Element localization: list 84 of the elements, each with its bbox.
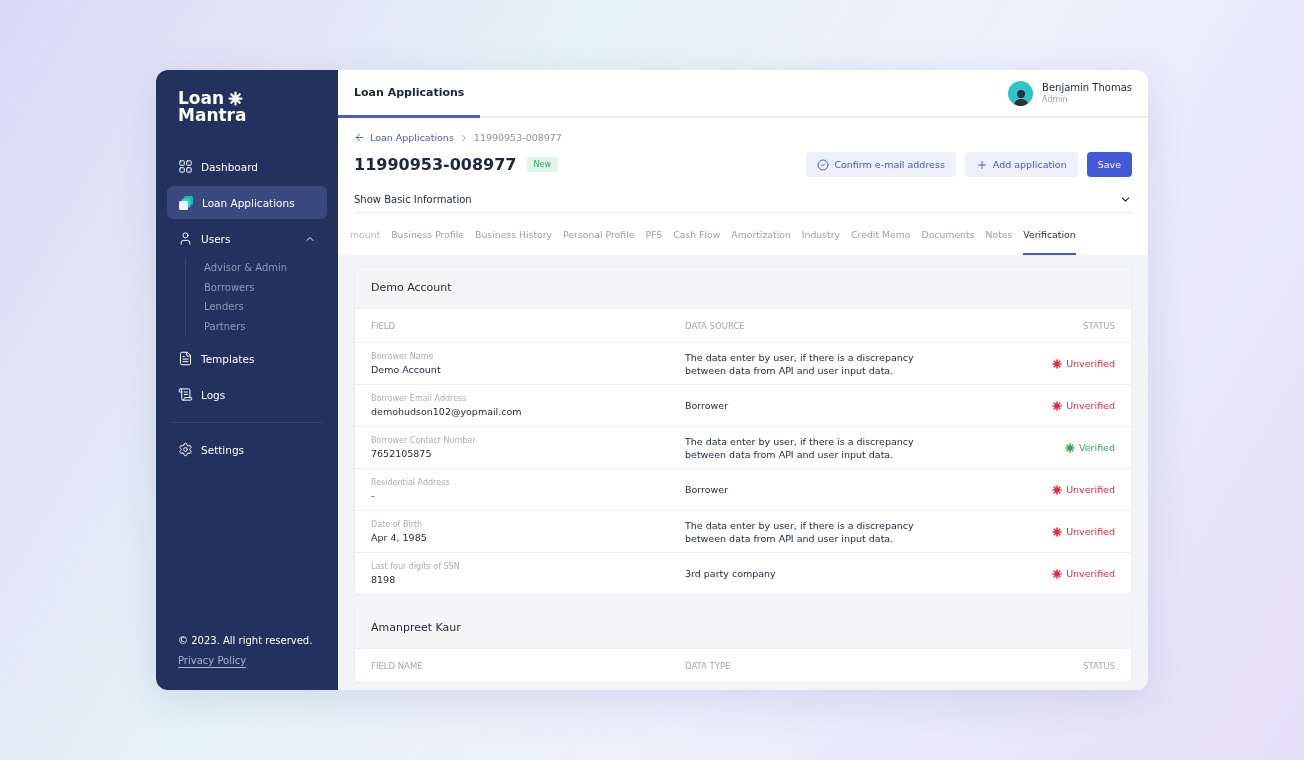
avatar [1008,80,1034,106]
copyright-text: © 2023. All right reserved. [178,635,313,646]
check-circle-icon [817,158,830,171]
field-value: Demo Account [371,364,442,375]
sidebar-item[interactable]: Loan Applications [167,186,327,219]
stacked-cards-icon [178,194,194,211]
tab[interactable]: Cash Flow [673,213,721,255]
field-value: demohudson102@yopmail.com [371,406,523,417]
data-source-text: The data enter by user, if there is a discrepancy between data from API and user input data. [685,350,915,377]
field-label: Residential Address [371,478,451,487]
status-badge: New [526,157,558,172]
field-label: Borrower Email Address [371,394,468,403]
logo-mark-icon [228,91,244,106]
field-value: 7652105875 [371,448,433,459]
list-icon [178,387,193,402]
grid-icon [178,159,193,174]
action-button[interactable]: Confirm e-mail address [806,152,956,177]
status-label: Verified [1065,442,1115,453]
sidebar-item[interactable]: Logs [167,378,327,411]
status-label: Unverified [1052,484,1115,495]
asterisk-icon [1052,484,1063,495]
data-source-text: Borrower [685,483,730,496]
asterisk-icon [1052,568,1063,579]
tab[interactable]: Personal Profile [563,213,635,255]
sidebar-item[interactable]: Dashboard [167,150,327,183]
tab[interactable]: Business History [475,213,553,255]
column-header: STATUS [1083,320,1115,331]
field-label: Last four digits of SSN [371,562,461,571]
asterisk-icon [1052,358,1063,369]
field-value: Apr 4, 1985 [371,532,428,543]
sidebar-subitem[interactable]: Advisor & Admin [204,258,327,278]
data-source-text: 3rd party company [685,567,777,580]
tab[interactable]: Industry [801,213,841,255]
asterisk-icon [1065,442,1075,453]
field-value: - [371,490,376,501]
sidebar-subitem[interactable]: Borrowers [204,277,327,297]
sidebar-item[interactable]: Settings [167,433,327,466]
breadcrumb-link[interactable]: Loan Applications [354,132,454,143]
column-header: FIELD [371,320,397,331]
tab[interactable]: Notes [985,213,1013,255]
user-name: Benjamin Thomas [1042,82,1132,93]
asterisk-icon [1052,400,1063,411]
tab[interactable]: Credit Memo [851,213,911,255]
tab[interactable]: Amortization [731,213,791,255]
column-header: DATA SOURCE [685,320,746,331]
status-label: Unverified [1052,400,1115,411]
tab[interactable]: Business Profile [391,213,465,255]
breadcrumb-current: 11990953-008977 [473,132,562,143]
action-button[interactable]: Save [1086,152,1132,177]
field-label: Borrower Contact Number [371,436,477,445]
status-label: Unverified [1052,526,1115,537]
user-icon [178,231,193,246]
column-header: STATUS [1083,660,1115,671]
status-label: Unverified [1052,568,1115,579]
card-title: Demo Account [355,267,1131,308]
field-label: Date of Birth [371,520,424,529]
action-button[interactable]: Add application [964,152,1078,177]
document-icon [178,351,193,366]
back-arrow-icon [354,132,365,143]
status-label: Unverified [1052,358,1115,369]
data-source-text: Borrower [685,399,730,412]
settings-icon [178,442,193,457]
page-title: 11990953-008977 [354,155,517,174]
field-label: Borrower Name [371,352,435,361]
sidebar-item[interactable]: Templates [167,342,327,375]
column-header: DATA TYPE [685,660,732,671]
sidebar-item[interactable]: Users [167,222,327,255]
asterisk-icon [1052,526,1063,537]
field-value: 8198 [371,574,397,585]
basic-info-toggle[interactable]: Show Basic Information [354,186,1132,213]
basic-info-label: Show Basic Information [354,193,472,205]
logo: Loan Mantra [178,90,248,124]
tab[interactable]: PFS [645,213,663,255]
data-source-text: The data enter by user, if there is a discrepancy between data from API and user input data. [685,518,915,545]
column-header: FIELD NAME [371,660,424,671]
plus-icon [975,158,988,171]
sidebar-subitem[interactable]: Lenders [204,297,327,317]
tab[interactable]: Verification [1023,213,1076,255]
card-title: Amanpreet Kaur [355,607,1131,648]
privacy-policy-link[interactable]: Privacy Policy [178,655,247,668]
user-role: Admin [1042,95,1069,104]
data-source-text: The data enter by user, if there is a discrepancy between data from API and user input data. [685,434,915,461]
tab[interactable]: Documents [921,213,975,255]
sidebar-subitem[interactable]: Partners [204,316,327,336]
